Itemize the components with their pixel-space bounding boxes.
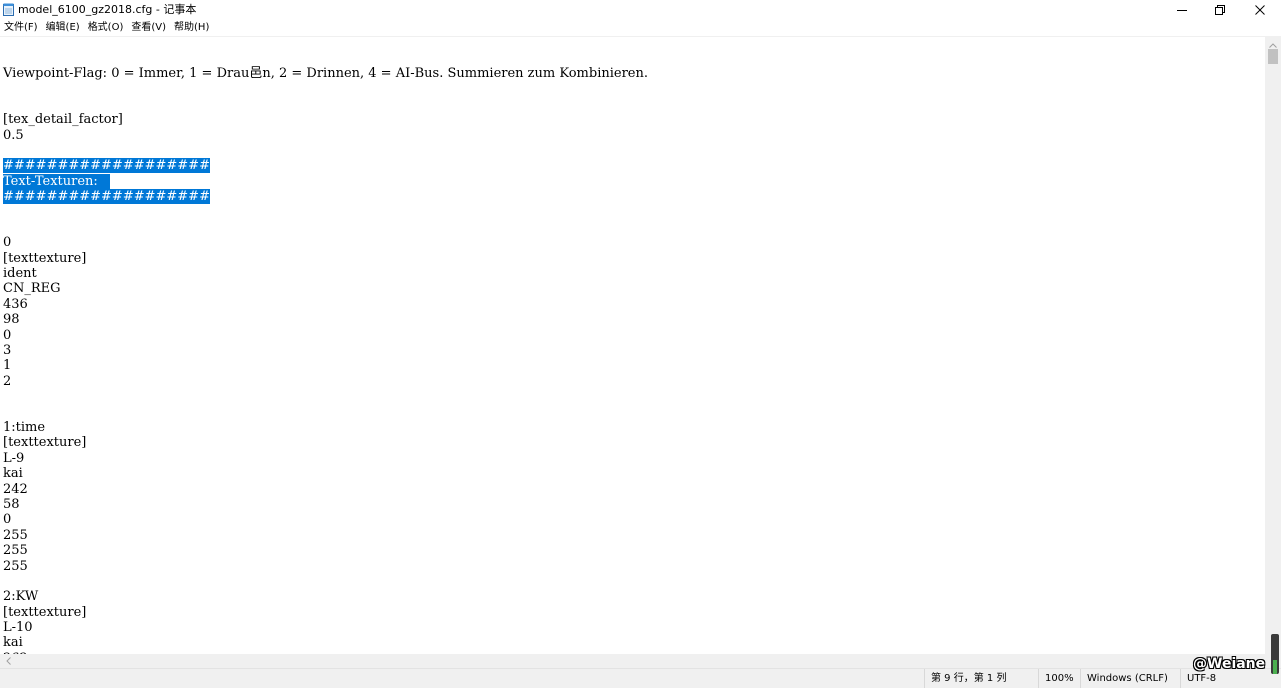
minimize-icon — [1177, 10, 1187, 11]
line-text: 2:KW — [3, 589, 39, 605]
line-text: [texttexture] — [3, 250, 87, 266]
line-text: L-9 — [3, 450, 25, 466]
editor-line: 2 — [3, 374, 648, 389]
editor-line: 98 — [3, 312, 648, 327]
editor-lines: Viewpoint-Flag: 0 = Immer, 1 = Drau邑n, 2… — [3, 66, 648, 654]
editor-line: 0 — [3, 512, 648, 527]
side-grip-indicator — [1273, 660, 1277, 674]
notepad-window: model_6100_gz2018.cfg - 记事本 文件(F) 编辑(E) … — [0, 0, 1281, 688]
editor-line: [texttexture] — [3, 251, 648, 266]
status-bar: 第 9 行，第 1 列 100% Windows (CRLF) UTF-8 — [0, 668, 1281, 688]
editor-line: [texttexture] — [3, 435, 648, 450]
line-text: 0 — [3, 327, 12, 343]
editor-line: 0 — [3, 328, 648, 343]
minimize-button[interactable] — [1162, 0, 1202, 20]
editor-line: CN_REG — [3, 281, 648, 296]
chevron-left-icon — [5, 657, 11, 665]
line-text: 3 — [3, 343, 12, 359]
editor-line: 58 — [3, 497, 648, 512]
line-text: Text-Texturen: — [3, 173, 98, 189]
editor-line: kai — [3, 466, 648, 481]
scroll-left-button[interactable] — [2, 654, 14, 668]
line-text: 255 — [3, 527, 28, 543]
title-bar[interactable]: model_6100_gz2018.cfg - 记事本 — [0, 0, 1281, 20]
editor-line: [texttexture] — [3, 605, 648, 620]
close-icon — [1255, 5, 1265, 15]
editor-line-selected: ################### — [3, 158, 648, 174]
line-text: Viewpoint-Flag: 0 = Immer, 1 = Drau邑n, 2… — [3, 66, 648, 81]
line-text: [texttexture] — [3, 435, 87, 451]
editor-line-selected: ################### — [3, 189, 648, 205]
menu-file[interactable]: 文件(F) — [0, 20, 42, 36]
editor-line: [tex_detail_factor] — [3, 112, 648, 127]
selected-text: ################### — [3, 158, 210, 174]
close-button[interactable] — [1240, 0, 1280, 20]
watermark: @Weiane — [1193, 656, 1266, 672]
editor-line: 2:KW — [3, 589, 648, 604]
menu-bar: 文件(F) 编辑(E) 格式(O) 查看(V) 帮助(H) — [0, 20, 213, 36]
notepad-icon — [3, 3, 14, 16]
editor-line: 1 — [3, 358, 648, 373]
editor-line: 0 — [3, 235, 648, 250]
editor-line: L-10 — [3, 620, 648, 635]
vertical-scrollbar[interactable] — [1265, 37, 1281, 654]
editor-line: 436 — [3, 297, 648, 312]
horizontal-scrollbar[interactable] — [0, 654, 1265, 668]
line-ending: Windows (CRLF) — [1080, 669, 1180, 688]
editor-line: 255 — [3, 559, 648, 574]
selected-text: ################### — [3, 189, 210, 205]
editor-line: 255 — [3, 543, 648, 558]
restore-button[interactable] — [1200, 0, 1240, 20]
line-text: ident — [3, 266, 37, 282]
editor-line-selected: Text-Texturen: — [3, 173, 648, 189]
menu-view[interactable]: 查看(V) — [127, 20, 170, 36]
editor-line: 3 — [3, 343, 648, 358]
line-text: 0 — [3, 512, 12, 528]
line-text: CN_REG — [3, 281, 61, 297]
line-text: 1 — [3, 358, 12, 374]
editor-line: kai — [3, 635, 648, 650]
menu-format[interactable]: 格式(O) — [84, 20, 128, 36]
selected-text: Text-Texturen: — [3, 173, 111, 189]
vertical-scroll-thumb[interactable] — [1268, 49, 1278, 64]
editor-line: L-9 — [3, 451, 648, 466]
line-text: 2 — [3, 373, 12, 389]
line-text: 0.5 — [3, 127, 24, 143]
editor-line: Viewpoint-Flag: 0 = Immer, 1 = Drau邑n, 2… — [3, 66, 648, 81]
zoom-level: 100% — [1038, 669, 1080, 688]
restore-icon — [1215, 5, 1225, 15]
editor-line: 1:time — [3, 420, 648, 435]
line-text: 255 — [3, 558, 28, 574]
line-text: L-10 — [3, 620, 33, 636]
editor-line: ident — [3, 266, 648, 281]
line-text: kai — [3, 466, 23, 482]
editor-line: 255 — [3, 528, 648, 543]
editor-line: 242 — [3, 482, 648, 497]
chevron-up-icon — [1269, 42, 1277, 48]
line-text: 58 — [3, 496, 20, 512]
line-text: [tex_detail_factor] — [3, 112, 123, 128]
cursor-position: 第 9 行，第 1 列 — [924, 669, 1038, 688]
line-text: 255 — [3, 543, 28, 559]
line-text: [texttexture] — [3, 604, 87, 620]
line-text: 1:time — [3, 419, 46, 435]
menu-edit[interactable]: 编辑(E) — [42, 20, 84, 36]
line-text: 242 — [3, 481, 28, 497]
menu-help[interactable]: 帮助(H) — [170, 20, 213, 36]
window-title: model_6100_gz2018.cfg - 记事本 — [18, 3, 197, 16]
line-text: 0 — [3, 235, 12, 251]
line-text: 98 — [3, 312, 20, 328]
editor-line: 0.5 — [3, 128, 648, 143]
line-text: kai — [3, 635, 23, 651]
text-editor[interactable]: Viewpoint-Flag: 0 = Immer, 1 = Drau邑n, 2… — [0, 37, 1265, 654]
line-text: 436 — [3, 296, 28, 312]
